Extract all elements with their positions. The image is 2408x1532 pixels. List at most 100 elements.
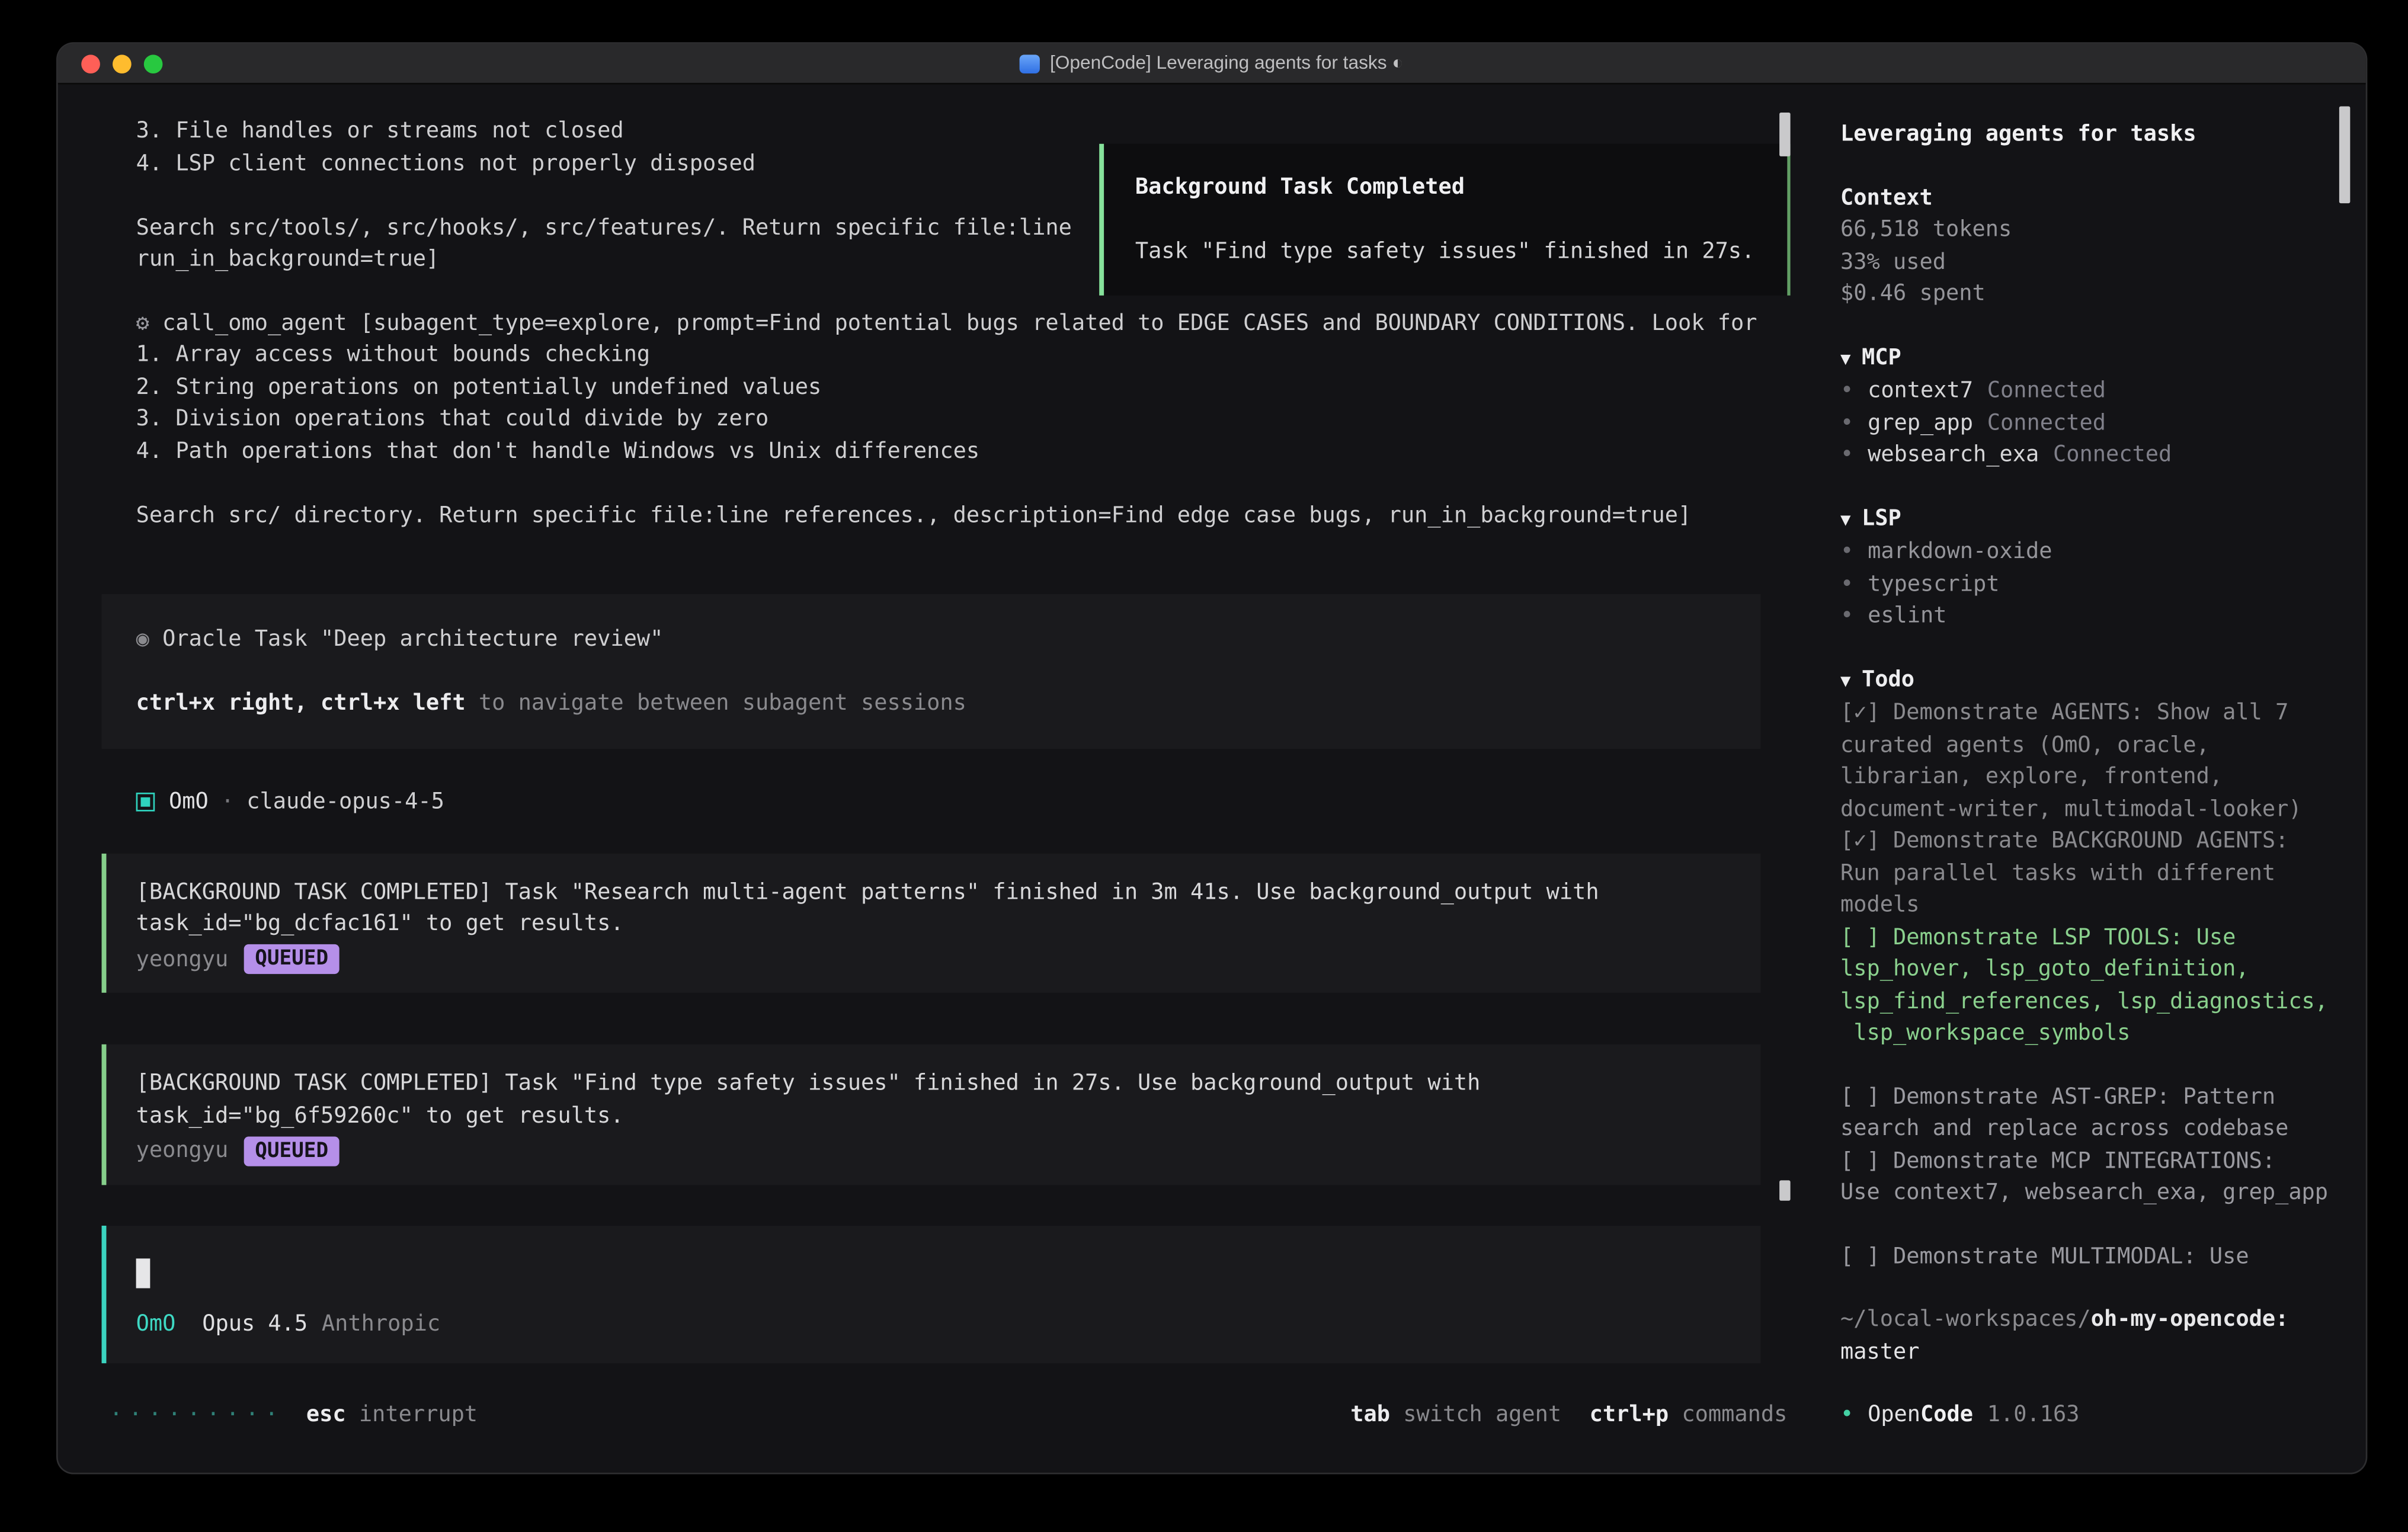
workspace-path: ~/local-workspaces/: [1840, 1307, 2091, 1332]
message-footer: yeongyu QUEUED: [136, 1135, 1736, 1167]
message-author: yeongyu: [136, 944, 229, 976]
context-section: Context 66,518 tokens 33% used $0.46 spe…: [1840, 182, 2335, 310]
context-spent: $0.46 spent: [1840, 278, 2335, 310]
mcp-status: Connected: [1987, 375, 2106, 407]
oracle-task-title: Oracle Task "Deep architecture review": [162, 627, 663, 652]
agent-header: OmO · claude-opus-4-5: [136, 786, 1761, 818]
agent-name: OmO: [169, 786, 209, 818]
version-footer: • OpenCode 1.0.163: [1840, 1399, 2335, 1431]
bullet-icon: •: [1840, 375, 1853, 407]
todo-item: [✓] Demonstrate AGENTS: Show all 7 curat…: [1840, 697, 2335, 825]
tab-hint: tab switch agent: [1350, 1399, 1561, 1431]
background-task-message: [BACKGROUND TASK COMPLETED] Task "Resear…: [102, 853, 1761, 993]
main-scrollbar-thumb-bottom[interactable]: [1779, 1180, 1790, 1200]
lsp-section-header[interactable]: ▼ LSP: [1840, 502, 2335, 536]
toast-body: Task "Find type safety issues" finished …: [1135, 235, 1759, 267]
minimize-button[interactable]: [113, 54, 132, 73]
context-header: Context: [1840, 182, 2335, 214]
agent-model: claude-opus-4-5: [246, 786, 444, 818]
todo-item: [ ] Demonstrate LSP TOOLS: Use lsp_hover…: [1840, 922, 2335, 1050]
esc-hint: esc interrupt: [306, 1399, 478, 1431]
mcp-item: • websearch_exa Connected: [1840, 440, 2335, 472]
statusbar-right: tab switch agent ctrl+p commands: [1323, 1399, 1788, 1431]
bullet-icon: •: [1840, 407, 1853, 439]
window-titlebar: [OpenCode] Leveraging agents for tasks ◐: [58, 44, 2366, 85]
lsp-item: • markdown-oxide: [1840, 536, 2335, 568]
bullet-icon: •: [1840, 568, 1853, 600]
chevron-down-icon: ▼: [1840, 670, 1850, 690]
mcp-name: context7: [1868, 375, 1973, 407]
context-header-label: Context: [1840, 185, 1933, 210]
todo-section-header[interactable]: ▼ Todo: [1840, 664, 2335, 697]
window-title: [OpenCode] Leveraging agents for tasks ◐: [1050, 47, 1404, 79]
message-author: yeongyu: [136, 1135, 229, 1167]
session-title: Leveraging agents for tasks: [1840, 119, 2335, 151]
tab-label: switch agent: [1390, 1402, 1561, 1427]
bullet-icon: •: [1840, 536, 1853, 568]
lsp-item: • typescript: [1840, 568, 2335, 600]
lsp-header-label: LSP: [1862, 506, 1901, 531]
main-scrollbar-thumb[interactable]: [1779, 113, 1790, 156]
workspace-info: ~/local-workspaces/oh-my-opencode: maste…: [1840, 1304, 2335, 1368]
toast-notification: Background Task Completed Task "Find typ…: [1099, 144, 1790, 296]
message-footer: yeongyu QUEUED: [136, 944, 1736, 976]
lsp-section: ▼ LSP • markdown-oxide • typescript • eslint: [1840, 502, 2335, 632]
subagent-nav-hint: ctrl+x right, ctrl+x left to navigate be…: [136, 687, 1736, 719]
app-icon: [1020, 54, 1040, 73]
prompt-input[interactable]: OmO Opus 4.5 Anthropic: [102, 1225, 1761, 1364]
todo-item: [✓] Demonstrate BACKGROUND AGENTS: Run p…: [1840, 825, 2335, 921]
close-button[interactable]: [81, 54, 100, 73]
workspace-repo: oh-my-opencode:: [2091, 1307, 2289, 1332]
chevron-down-icon: ▼: [1840, 509, 1850, 529]
oracle-status-icon: ◉: [136, 627, 162, 652]
oracle-task-panel: ◉ Oracle Task "Deep architecture review"…: [102, 594, 1761, 749]
lsp-name: typescript: [1868, 568, 1999, 600]
mcp-status: Connected: [1987, 407, 2106, 439]
hint-text: to navigate between subagent sessions: [466, 690, 966, 715]
conversation-pane: 3. File handles or streams not closed 4.…: [58, 85, 1815, 1473]
todo-item: [ ] Demonstrate MCP INTEGRATIONS: Use co…: [1840, 1145, 2335, 1209]
screen: [OpenCode] Leveraging agents for tasks ◐…: [0, 0, 2408, 1532]
chevron-down-icon: ▼: [1840, 348, 1850, 368]
esc-key: esc: [306, 1402, 346, 1427]
esc-label: interrupt: [346, 1402, 478, 1427]
message-body: [BACKGROUND TASK COMPLETED] Task "Resear…: [136, 876, 1736, 940]
todo-header-label: Todo: [1862, 667, 1914, 692]
lsp-name: eslint: [1868, 600, 1946, 632]
tab-key: tab: [1350, 1402, 1390, 1427]
input-provider-label: Anthropic: [322, 1307, 440, 1339]
mcp-section: ▼MCP •context7Connected •grep_appConnect…: [1840, 342, 2335, 472]
opencode-name-bold: Code: [1920, 1399, 1973, 1431]
hint-keys: ctrl+x right, ctrl+x left: [136, 690, 466, 715]
lsp-name: markdown-oxide: [1868, 536, 2052, 568]
toast-title: Background Task Completed: [1135, 172, 1759, 204]
terminal-window: [OpenCode] Leveraging agents for tasks ◐…: [58, 44, 2366, 1473]
opencode-name: Open: [1868, 1399, 1920, 1431]
bullet-icon: •: [1840, 440, 1853, 472]
context-tokens: 66,518 tokens: [1840, 214, 2335, 246]
bullet-icon: •: [1840, 1399, 1853, 1431]
statusbar-left: ········· esc interrupt: [110, 1399, 478, 1431]
tool-call-block: ⚙ call_omo_agent [subagent_type=explore,…: [136, 307, 1761, 532]
queued-badge: QUEUED: [244, 1136, 340, 1166]
todo-item: [ ] Demonstrate AST-GREP: Pattern search…: [1840, 1081, 2335, 1145]
text-cursor: [136, 1258, 150, 1287]
background-task-message: [BACKGROUND TASK COMPLETED] Task "Find t…: [102, 1044, 1761, 1184]
commands-hint: ctrl+p commands: [1590, 1399, 1788, 1431]
sidebar-scrollbar-thumb[interactable]: [2339, 106, 2350, 203]
spinner-dots: ·········: [110, 1399, 284, 1431]
traffic-lights: [58, 54, 163, 73]
context-used: 33% used: [1840, 246, 2335, 278]
sidebar: Leveraging agents for tasks Context 66,5…: [1815, 85, 2366, 1473]
model-row: OmO Opus 4.5 Anthropic: [136, 1307, 1736, 1339]
mcp-name: websearch_exa: [1868, 440, 2039, 472]
agent-icon: [136, 793, 155, 812]
zoom-button[interactable]: [144, 54, 163, 73]
agent-separator: ·: [221, 786, 234, 818]
mcp-status: Connected: [2053, 440, 2172, 472]
window-title-group: [OpenCode] Leveraging agents for tasks ◐: [58, 44, 2366, 83]
bullet-icon: •: [1840, 600, 1853, 632]
queued-badge: QUEUED: [244, 945, 340, 975]
todo-item: [ ] Demonstrate MULTIMODAL: Use: [1840, 1241, 2335, 1273]
mcp-section-header[interactable]: ▼MCP: [1840, 342, 2335, 376]
